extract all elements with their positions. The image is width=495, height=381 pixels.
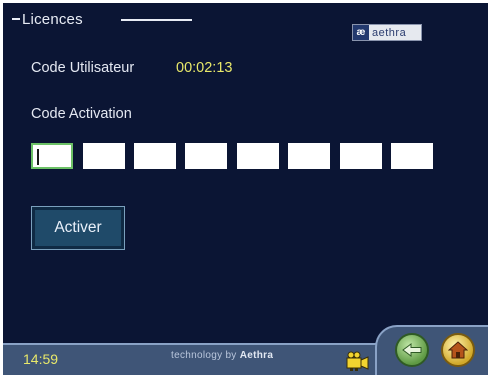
brand-text: aethra xyxy=(372,26,407,39)
text-cursor xyxy=(37,149,39,165)
home-icon xyxy=(448,341,468,359)
taskbar-edge xyxy=(3,343,383,345)
activation-code-box-4[interactable] xyxy=(185,143,227,169)
title-underline xyxy=(121,19,192,21)
user-code-label: Code Utilisateur xyxy=(31,60,135,76)
page-title: Licences xyxy=(22,11,83,28)
video-camera-icon[interactable] xyxy=(345,350,371,372)
tech-brand: Aethra xyxy=(239,350,274,361)
activation-code-box-6[interactable] xyxy=(288,143,330,169)
brand-mark-icon: æ xyxy=(353,25,369,40)
title-dash xyxy=(12,18,20,20)
activation-code-box-1[interactable] xyxy=(31,143,73,169)
technology-by-text: technology by Aethra xyxy=(171,350,273,361)
back-arrow-icon xyxy=(402,343,422,357)
brand-logo: æ aethra xyxy=(352,24,422,41)
activation-code-box-2[interactable] xyxy=(83,143,125,169)
home-button[interactable] xyxy=(441,333,475,367)
licences-screen: Licences æ aethra Code Utilisateur 00:02… xyxy=(3,3,488,375)
activation-code-box-7[interactable] xyxy=(340,143,382,169)
activation-code-box-5[interactable] xyxy=(237,143,279,169)
activate-button[interactable]: Activer xyxy=(31,206,125,250)
back-button[interactable] xyxy=(395,333,429,367)
user-code-value: 00:02:13 xyxy=(176,60,233,76)
clock: 14:59 xyxy=(23,351,59,367)
activation-code-box-8[interactable] xyxy=(391,143,433,169)
activation-code-label: Code Activation xyxy=(31,106,132,122)
tech-prefix: technology by xyxy=(171,350,237,361)
activation-code-box-3[interactable] xyxy=(134,143,176,169)
